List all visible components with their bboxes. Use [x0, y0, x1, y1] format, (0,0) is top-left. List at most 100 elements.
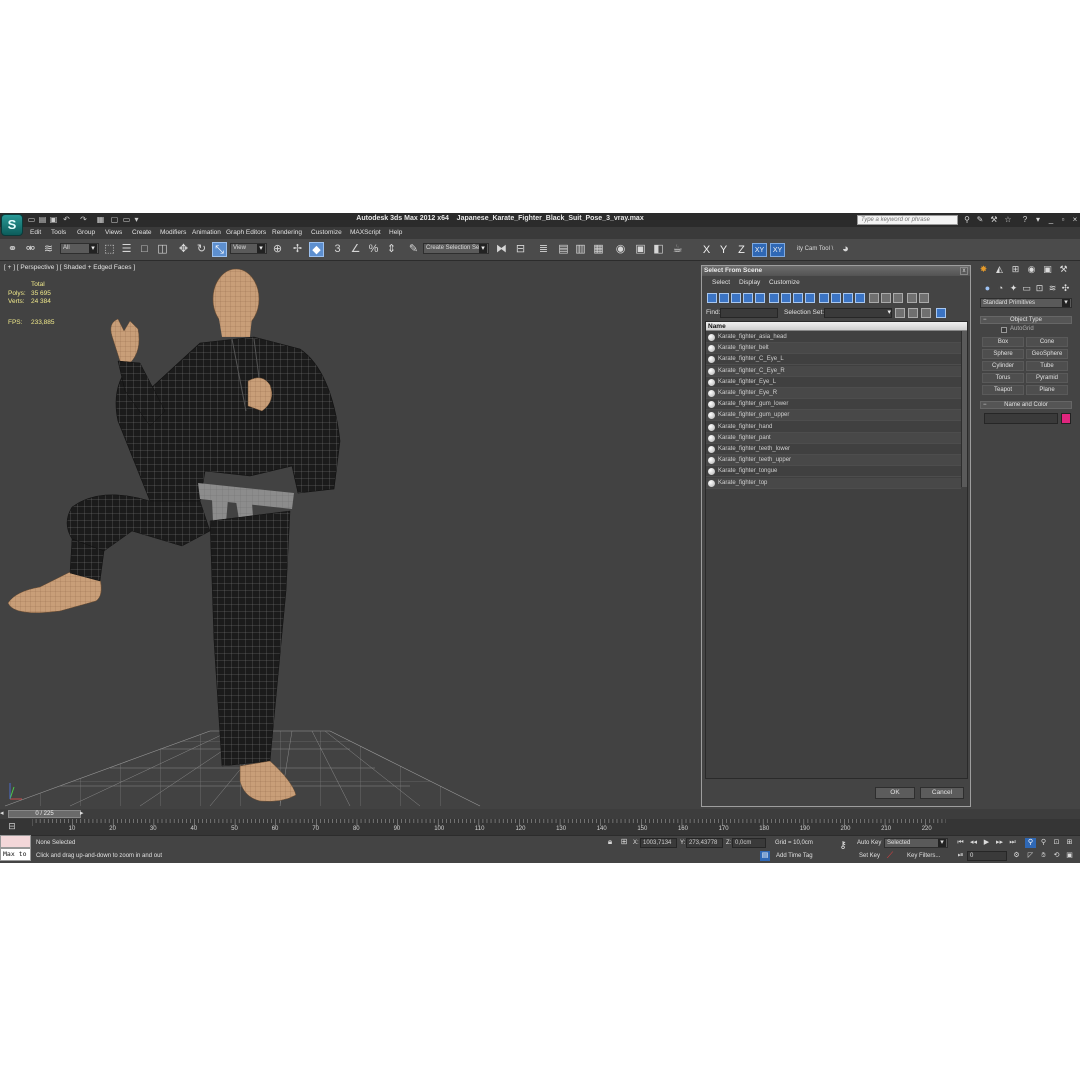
filter-options-icon[interactable]	[919, 293, 929, 303]
vray-logo-icon[interactable]: ◕	[838, 242, 853, 257]
x-coordinate-field[interactable]: 1003,7134	[640, 838, 677, 848]
viewport-label[interactable]: [ + ] [ Perspective ] [ Shaded + Edged F…	[4, 264, 135, 271]
time-configuration-icon[interactable]: ⚙	[1011, 851, 1022, 861]
absolute-mode-icon[interactable]: ⊞	[619, 837, 629, 847]
object-color-swatch[interactable]	[1061, 413, 1071, 424]
key-mode-dropdown[interactable]: Selected	[884, 838, 948, 848]
restrict-z-button[interactable]: Z	[734, 243, 749, 257]
hierarchy-tab-icon[interactable]: ⊞	[1010, 264, 1021, 275]
object-list-item[interactable]: Karate_fighter_teeth_lower	[706, 444, 961, 455]
snaps-toggle-icon[interactable]: 3	[330, 242, 345, 257]
display-geometry-icon[interactable]	[707, 293, 717, 303]
key-mode-toggle-icon[interactable]: ⏯	[955, 851, 966, 861]
set-key-icon[interactable]: ⚷	[836, 839, 850, 853]
display-tab-icon[interactable]: ▣	[1042, 264, 1053, 275]
ok-button[interactable]: OK	[875, 787, 915, 799]
angle-snap-icon[interactable]: ∠	[348, 242, 363, 257]
object-list-item[interactable]: Karate_fighter_pant	[706, 432, 961, 444]
sphere-button[interactable]: Sphere	[982, 349, 1024, 359]
edit-named-selection-icon[interactable]: ✎	[406, 242, 421, 257]
menu-group[interactable]: Group	[77, 229, 95, 236]
percent-snap-icon[interactable]: %	[366, 242, 381, 257]
curve-editor-icon[interactable]: ▥	[573, 242, 588, 257]
bind-space-warp-icon[interactable]: ≋	[41, 242, 56, 257]
dialog-menu-display[interactable]: Display	[739, 279, 760, 286]
schematic-view-icon[interactable]: ▦	[591, 242, 606, 257]
time-slider-thumb[interactable]: 0 / 225	[8, 810, 81, 818]
play-icon[interactable]: ▶	[981, 838, 992, 848]
menu-customize[interactable]: Customize	[311, 229, 342, 236]
select-invert-icon[interactable]	[921, 308, 931, 318]
add-time-tag-button[interactable]: Add Time Tag	[776, 851, 813, 861]
object-list-item[interactable]: Karate_fighter_C_Eye_L	[706, 354, 961, 366]
menu-rendering[interactable]: Rendering	[272, 229, 302, 236]
select-and-rotate-icon[interactable]: ↻	[194, 242, 209, 257]
material-editor-icon[interactable]: ◉	[613, 242, 628, 257]
help-search-input[interactable]: Type a keyword or phrase	[857, 215, 958, 225]
helpers-icon[interactable]: ⊡	[1034, 283, 1045, 294]
object-list-item[interactable]: Karate_fighter_teeth_upper	[706, 455, 961, 467]
shapes-icon[interactable]: ◔	[995, 283, 1006, 294]
autogrid-checkbox[interactable]	[1001, 327, 1007, 333]
restrict-y-button[interactable]: Y	[716, 243, 731, 257]
perspective-viewport[interactable]: [ + ] [ Perspective ] [ Shaded + Edged F…	[0, 261, 700, 809]
next-frame-icon[interactable]: ▸▸	[994, 838, 1005, 848]
object-list-item[interactable]: Karate_fighter_asia_head	[706, 332, 961, 343]
reference-coordinate-dropdown[interactable]: View	[230, 243, 267, 254]
menu-tools[interactable]: Tools	[51, 229, 66, 236]
subscription-icon[interactable]: ⚒	[989, 215, 999, 225]
object-list-item[interactable]: Karate_fighter_hand	[706, 422, 961, 433]
lights-icon[interactable]: ✦	[1008, 283, 1019, 294]
display-hidden-icon[interactable]	[843, 293, 853, 303]
app-logo-icon[interactable]: S	[1, 214, 23, 236]
maxscript-listener-output[interactable]	[0, 835, 31, 848]
window-crossing-icon[interactable]: ◫	[155, 242, 170, 257]
current-frame-field[interactable]: 0	[967, 851, 1007, 861]
key-filters-button[interactable]: Key Filters...	[907, 851, 940, 861]
dialog-menu-customize[interactable]: Customize	[769, 279, 800, 286]
help-dropdown-icon[interactable]: ▾	[1033, 215, 1043, 225]
layer-manager-icon[interactable]: ≣	[536, 242, 551, 257]
geometry-icon[interactable]: ●	[982, 283, 993, 294]
spinner-snap-icon[interactable]: ⇕	[384, 242, 399, 257]
display-none-icon[interactable]	[869, 293, 879, 303]
manipulate-icon[interactable]: ✢	[290, 242, 305, 257]
restrict-x-button[interactable]: X	[699, 243, 714, 257]
select-none-icon[interactable]	[908, 308, 918, 318]
zoom-icon[interactable]: ⚲	[1025, 838, 1036, 848]
camera-tool-label[interactable]: ity Cam Tool \	[797, 246, 833, 252]
selection-set-dropdown[interactable]	[824, 308, 892, 318]
object-list-item[interactable]: Karate_fighter_top	[706, 477, 961, 489]
rectangular-selection-icon[interactable]: □	[137, 242, 152, 257]
object-list-item[interactable]: Karate_fighter_gum_lower	[706, 399, 961, 411]
select-and-link-icon[interactable]: ⚭	[5, 242, 20, 257]
select-and-move-icon[interactable]: ✥	[176, 242, 191, 257]
orbit-icon[interactable]: ⟲	[1051, 851, 1062, 861]
display-all-icon[interactable]	[855, 293, 865, 303]
time-slider-next-icon[interactable]: ▸	[80, 810, 86, 818]
pyramid-button[interactable]: Pyramid	[1026, 373, 1068, 383]
dialog-title[interactable]: Select From Scene	[702, 266, 970, 276]
select-and-scale-icon[interactable]: ⤡	[212, 242, 227, 257]
utilities-tab-icon[interactable]: ⚒	[1058, 264, 1069, 275]
y-coordinate-field[interactable]: 273,43778	[686, 838, 723, 848]
time-tag-icon[interactable]: ▤	[760, 851, 770, 861]
filter-icon[interactable]	[907, 293, 917, 303]
space-warps-icon[interactable]: ≋	[1047, 283, 1058, 294]
teapot-button[interactable]: Teapot	[982, 385, 1024, 395]
restrict-plane-cycle-button[interactable]: XY	[770, 243, 785, 257]
object-list-scrollbar[interactable]	[961, 331, 967, 487]
find-input[interactable]	[720, 308, 778, 318]
systems-icon[interactable]: ✣	[1060, 283, 1071, 294]
selection-lock-icon[interactable]: 🔒︎	[605, 837, 615, 847]
zoom-extents-all-icon[interactable]: ⊞	[1064, 838, 1075, 848]
object-name-input[interactable]	[984, 413, 1058, 424]
display-frozen-icon[interactable]	[831, 293, 841, 303]
display-lights-icon[interactable]	[731, 293, 741, 303]
maxscript-listener-input[interactable]: Max to	[0, 848, 31, 861]
object-type-rollout[interactable]: Object Type	[980, 316, 1072, 324]
display-xrefs-icon[interactable]	[793, 293, 803, 303]
geosphere-button[interactable]: GeoSphere	[1026, 349, 1068, 359]
time-slider-prev-icon[interactable]: ◂	[0, 810, 6, 818]
render-production-icon[interactable]: ☕	[670, 242, 685, 257]
